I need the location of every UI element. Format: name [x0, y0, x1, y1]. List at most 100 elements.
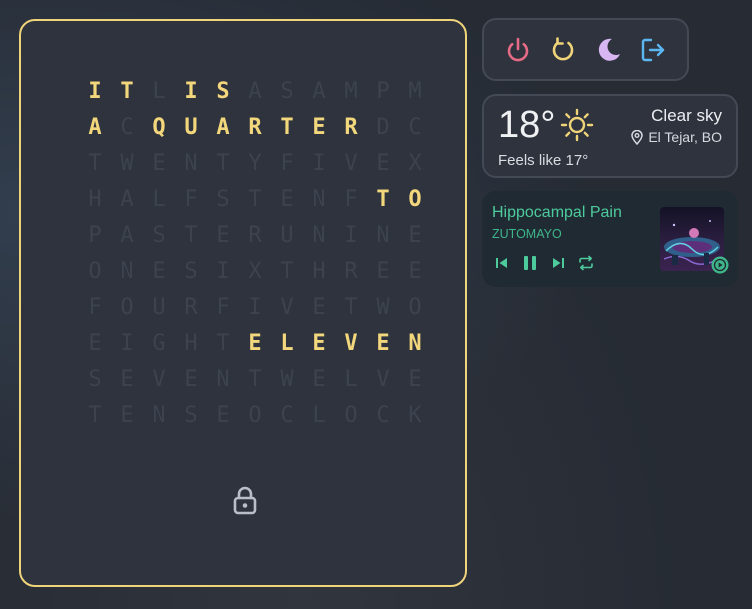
clock-letter-lit: V — [344, 330, 358, 356]
clock-letter: A — [312, 78, 326, 104]
clock-letter: W — [376, 294, 390, 320]
clock-letter: A — [120, 186, 134, 212]
next-button[interactable] — [548, 253, 568, 273]
next-icon — [553, 258, 564, 268]
clock-letter: L — [152, 78, 166, 104]
location-label: El Tejar, BO — [648, 129, 722, 145]
clock-letter: O — [88, 258, 102, 284]
clock-letter: T — [184, 222, 198, 248]
clock-letter: P — [88, 222, 102, 248]
sun-icon — [560, 108, 594, 142]
clock-letter: D — [376, 114, 390, 140]
clock-letter: M — [408, 78, 422, 104]
clock-letter: U — [280, 222, 294, 248]
clock-letter: H — [88, 186, 102, 212]
sleep-button[interactable] — [591, 33, 625, 67]
repeat-icon — [579, 255, 593, 271]
clock-letter: C — [280, 402, 294, 428]
clock-letter-lit: U — [184, 114, 198, 140]
clock-letter-lit: I — [88, 78, 102, 104]
clock-letter: F — [88, 294, 102, 320]
clock-letter: C — [408, 114, 422, 140]
clock-letter: N — [312, 186, 326, 212]
clock-letter: S — [184, 402, 198, 428]
clock-letter: E — [312, 294, 326, 320]
clock-letter: R — [184, 294, 198, 320]
clock-letter-lit: T — [120, 78, 134, 104]
clock-letter-lit: R — [248, 114, 262, 140]
weather-widget: 18° Clear sky El Tejar, BO Feels like 17… — [482, 94, 738, 178]
clock-letter: S — [184, 258, 198, 284]
clock-letter: N — [216, 366, 230, 392]
logout-icon — [641, 38, 664, 61]
clock-letter: S — [152, 222, 166, 248]
clock-letter: A — [248, 78, 262, 104]
clock-letter: E — [408, 258, 422, 284]
clock-letter-lit: L — [280, 330, 294, 356]
temperature: 18° — [498, 104, 556, 146]
clock-letter-lit: T — [280, 114, 294, 140]
clock-letter-lit: R — [344, 114, 358, 140]
media-controls — [492, 253, 596, 273]
clock-letter: V — [344, 150, 358, 176]
clock-letter: N — [184, 150, 198, 176]
clock-letter: P — [376, 78, 390, 104]
lock-button[interactable] — [230, 483, 260, 517]
power-icon — [508, 37, 529, 61]
clock-letter: E — [152, 258, 166, 284]
clock-letter: O — [248, 402, 262, 428]
clock-letter-lit: Q — [152, 114, 166, 140]
clock-letter: V — [280, 294, 294, 320]
logout-button[interactable] — [636, 33, 670, 67]
clock-letter: T — [248, 186, 262, 212]
clock-letter-lit: O — [408, 186, 422, 212]
clock-letter: L — [344, 366, 358, 392]
clock-letter: O — [120, 294, 134, 320]
clock-letter: F — [280, 150, 294, 176]
clock-letter: E — [120, 366, 134, 392]
previous-button[interactable] — [492, 253, 512, 273]
clock-letter-lit: A — [88, 114, 102, 140]
clock-letter: V — [376, 366, 390, 392]
clock-letter: S — [88, 366, 102, 392]
clock-letter-lit: A — [216, 114, 230, 140]
lock-icon — [233, 486, 257, 515]
clock-letter: E — [152, 150, 166, 176]
clock-letter: N — [312, 222, 326, 248]
clock-letter: S — [280, 78, 294, 104]
clock-letter: I — [216, 258, 230, 284]
clock-letter: M — [344, 78, 358, 104]
clock-letter: U — [152, 294, 166, 320]
clock-letter: N — [376, 222, 390, 248]
clock-letter-lit: E — [312, 330, 326, 356]
clock-letter: I — [120, 330, 134, 356]
clock-letter-lit: E — [248, 330, 262, 356]
repeat-button[interactable] — [576, 253, 596, 273]
word-clock-grid: ITLISASAMPMACQUARTERDCTWENTYFIVEXHALFSTE… — [79, 73, 431, 433]
clock-letter: W — [120, 150, 134, 176]
clock-letter: X — [408, 150, 422, 176]
clock-letter: E — [184, 366, 198, 392]
clock-letter: F — [344, 186, 358, 212]
power-button[interactable] — [501, 33, 535, 67]
restart-button[interactable] — [546, 33, 580, 67]
track-artist: ZUTOMAYO — [492, 227, 562, 241]
weather-location: El Tejar, BO — [631, 129, 722, 145]
clock-letter: F — [184, 186, 198, 212]
feels-like: Feels like 17° — [498, 152, 589, 169]
clock-letter: T — [216, 330, 230, 356]
clock-letter: V — [152, 366, 166, 392]
track-title: Hippocampal Pain — [492, 204, 622, 221]
clock-letter-lit: T — [376, 186, 390, 212]
clock-letter-lit: N — [408, 330, 422, 356]
clock-letter-lit: S — [216, 78, 230, 104]
pause-button[interactable] — [520, 253, 540, 273]
clock-letter-lit: E — [376, 330, 390, 356]
clock-letter: C — [120, 114, 134, 140]
previous-icon — [496, 258, 507, 268]
media-player: Hippocampal Pain ZUTOMAYO — [482, 191, 738, 287]
clock-letter: E — [408, 366, 422, 392]
clock-letter: E — [312, 366, 326, 392]
clock-letter: C — [376, 402, 390, 428]
clock-letter: R — [344, 258, 358, 284]
